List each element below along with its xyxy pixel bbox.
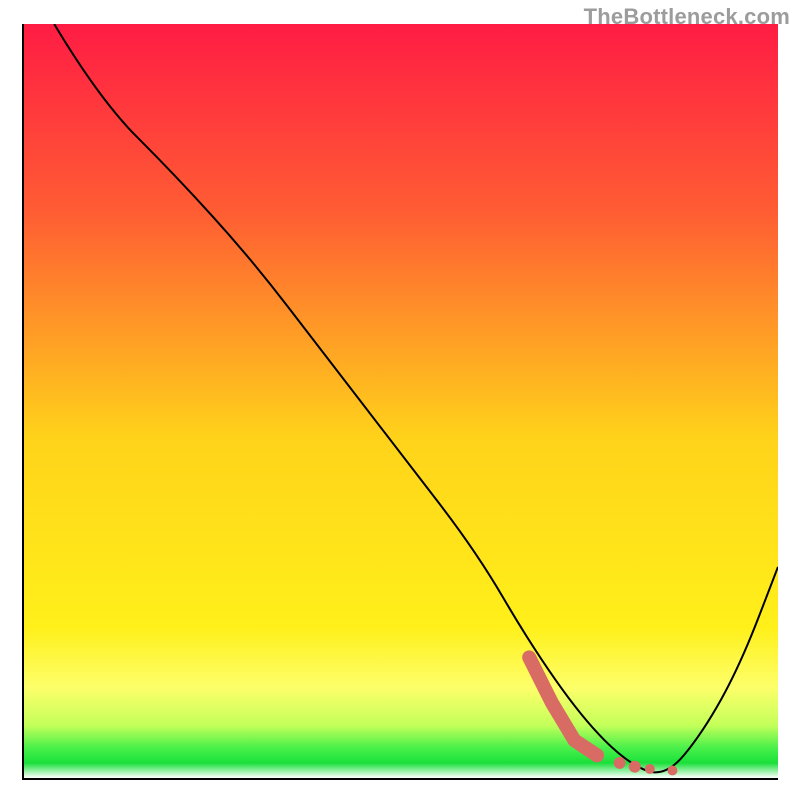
data-layer [24, 24, 778, 778]
chart-container: TheBottleneck.com [0, 0, 800, 800]
highlight-dot [629, 761, 641, 773]
highlight-dots [614, 757, 678, 775]
highlight-dot [645, 764, 655, 774]
bottleneck-curve [54, 24, 778, 772]
highlight-dot [667, 765, 677, 775]
highlight-segment [529, 657, 597, 755]
plot-area [22, 24, 778, 780]
highlight-dot [614, 757, 626, 769]
watermark-text: TheBottleneck.com [584, 4, 790, 30]
